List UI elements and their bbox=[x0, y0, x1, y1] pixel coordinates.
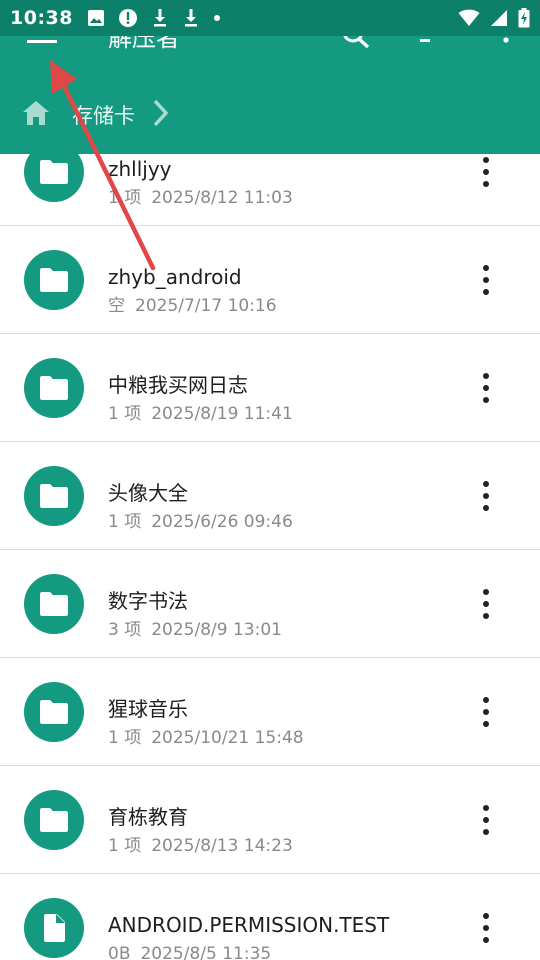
file-meta: 1 项 2025/8/13 14:23 bbox=[108, 836, 293, 856]
folder-avatar bbox=[24, 790, 84, 850]
folder-avatar bbox=[24, 466, 84, 526]
item-more-icon[interactable] bbox=[472, 910, 500, 946]
list-item[interactable]: zhyb_android 空 2025/7/17 10:16 bbox=[0, 226, 540, 334]
folder-icon bbox=[40, 160, 68, 184]
file-size: 0B bbox=[108, 944, 131, 960]
hamburger-menu-icon bbox=[27, 40, 57, 43]
menu-button[interactable] bbox=[26, 36, 58, 58]
file-meta: 1 项 2025/6/26 09:46 bbox=[108, 512, 293, 532]
folder-icon bbox=[40, 700, 68, 724]
search-button[interactable] bbox=[340, 36, 374, 58]
status-bar: 10:38 bbox=[0, 0, 540, 36]
file-name: zhlljyy bbox=[108, 157, 172, 181]
item-more-icon[interactable] bbox=[472, 694, 500, 730]
item-more-icon[interactable] bbox=[472, 802, 500, 838]
toolbar: 解压者 bbox=[0, 36, 540, 62]
file-name: ANDROID.PERMISSION.TEST bbox=[108, 913, 390, 937]
folder-icon bbox=[40, 592, 68, 616]
list-item[interactable]: 中粮我买网日志 1 项 2025/8/19 11:41 bbox=[0, 334, 540, 442]
download-icon bbox=[184, 9, 197, 27]
list-item[interactable]: 头像大全 1 项 2025/6/26 09:46 bbox=[0, 442, 540, 550]
more-vert-icon bbox=[503, 37, 509, 43]
notification-icons bbox=[87, 8, 221, 28]
home-icon bbox=[23, 101, 49, 125]
file-meta: 1 项 2025/8/12 11:03 bbox=[108, 188, 293, 208]
image-icon bbox=[87, 10, 104, 26]
search-icon bbox=[343, 36, 370, 49]
folder-icon bbox=[40, 376, 68, 400]
dot-icon bbox=[213, 15, 220, 21]
app-title: 解压者 bbox=[108, 36, 180, 52]
list-item[interactable]: 数字书法 3 项 2025/8/9 13:01 bbox=[0, 550, 540, 658]
file-meta: 空 2025/7/17 10:16 bbox=[108, 296, 277, 316]
file-meta: 1 项 2025/10/21 15:48 bbox=[108, 728, 304, 748]
item-more-icon[interactable] bbox=[472, 478, 500, 514]
item-count: 1 项 bbox=[108, 836, 142, 856]
modified-date: 2025/8/12 11:03 bbox=[151, 188, 293, 208]
file-list: zhlljyy 1 项 2025/8/12 11:03 zhyb_android … bbox=[0, 154, 540, 960]
modified-date: 2025/8/9 13:01 bbox=[151, 620, 282, 640]
alert-icon bbox=[118, 9, 137, 27]
item-count: 空 bbox=[108, 296, 125, 316]
chevron-right-icon bbox=[153, 99, 169, 127]
list-item[interactable]: zhlljyy 1 项 2025/8/12 11:03 bbox=[0, 154, 540, 226]
battery-charging-icon bbox=[518, 8, 530, 28]
modified-date: 2025/10/21 15:48 bbox=[151, 728, 304, 748]
modified-date: 2025/8/5 11:35 bbox=[140, 944, 272, 960]
folder-icon bbox=[40, 268, 68, 292]
status-time: 10:38 bbox=[10, 7, 73, 29]
folder-avatar bbox=[24, 574, 84, 634]
file-avatar bbox=[24, 898, 84, 958]
file-name: 育栋教育 bbox=[108, 805, 188, 829]
breadcrumb-item-storage[interactable]: 存储卡 bbox=[72, 100, 135, 130]
folder-icon bbox=[40, 484, 68, 508]
app-bar: 解压者 存储卡 bbox=[0, 36, 540, 154]
item-more-icon[interactable] bbox=[472, 262, 500, 298]
file-meta: 0B 2025/8/5 11:35 bbox=[108, 944, 271, 960]
folder-avatar bbox=[24, 154, 84, 202]
item-more-icon[interactable] bbox=[472, 154, 500, 190]
wifi-icon bbox=[458, 9, 480, 26]
item-count: 1 项 bbox=[108, 728, 142, 748]
modified-date: 2025/8/13 14:23 bbox=[151, 836, 293, 856]
folder-avatar bbox=[24, 358, 84, 418]
folder-avatar bbox=[24, 250, 84, 310]
modified-date: 2025/6/26 09:46 bbox=[151, 512, 293, 532]
file-name: zhyb_android bbox=[108, 265, 242, 289]
system-icons bbox=[458, 8, 530, 28]
folder-icon bbox=[40, 808, 68, 832]
file-meta: 3 项 2025/8/9 13:01 bbox=[108, 620, 282, 640]
item-count: 1 项 bbox=[108, 512, 142, 532]
file-meta: 1 项 2025/8/19 11:41 bbox=[108, 404, 293, 424]
more-options-button[interactable] bbox=[496, 36, 516, 54]
sort-button[interactable] bbox=[418, 36, 448, 52]
file-name: 数字书法 bbox=[108, 589, 188, 613]
modified-date: 2025/7/17 10:16 bbox=[135, 296, 277, 316]
file-name: 猩球音乐 bbox=[108, 697, 188, 721]
item-count: 3 项 bbox=[108, 620, 142, 640]
breadcrumb-home[interactable] bbox=[22, 100, 50, 126]
folder-avatar bbox=[24, 682, 84, 742]
item-more-icon[interactable] bbox=[472, 586, 500, 622]
item-count: 1 项 bbox=[108, 404, 142, 424]
file-icon bbox=[44, 914, 65, 942]
list-item[interactable]: 育栋教育 1 项 2025/8/13 14:23 bbox=[0, 766, 540, 874]
list-item[interactable]: 猩球音乐 1 项 2025/10/21 15:48 bbox=[0, 658, 540, 766]
file-name: 头像大全 bbox=[108, 481, 188, 505]
sort-icon bbox=[420, 39, 430, 42]
download-icon bbox=[153, 9, 166, 27]
signal-icon bbox=[491, 10, 507, 26]
modified-date: 2025/8/19 11:41 bbox=[151, 404, 293, 424]
item-count: 1 项 bbox=[108, 188, 142, 208]
item-more-icon[interactable] bbox=[472, 370, 500, 406]
file-name: 中粮我买网日志 bbox=[108, 373, 248, 397]
list-item[interactable]: ANDROID.PERMISSION.TEST 0B 2025/8/5 11:35 bbox=[0, 874, 540, 960]
